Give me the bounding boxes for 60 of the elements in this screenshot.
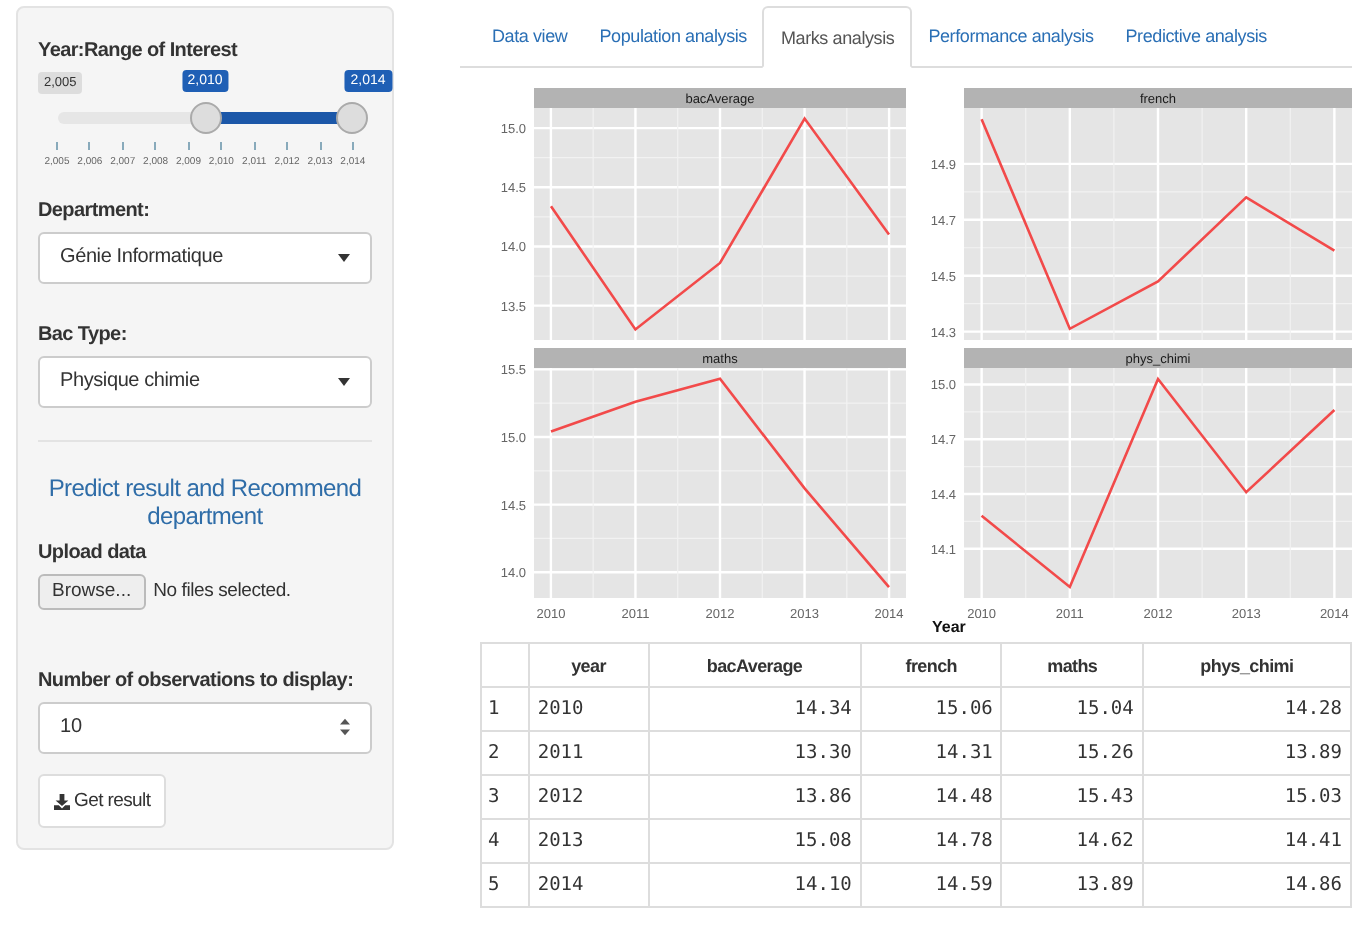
field-label: Number of observations to display: bbox=[38, 669, 356, 692]
table-cell: 14.28 bbox=[1142, 687, 1351, 731]
table-cell: 15.08 bbox=[648, 819, 861, 863]
file-status-text: No files selected. bbox=[153, 580, 291, 603]
column-header: bacAverage bbox=[648, 643, 861, 687]
table-cell: 14.31 bbox=[860, 731, 1002, 775]
table-cell: 2012 bbox=[528, 775, 649, 819]
table-cell: 13.86 bbox=[648, 775, 861, 819]
table-cell: 14.78 bbox=[860, 819, 1002, 863]
table-cell: 2 bbox=[481, 731, 529, 775]
table-cell: 13.30 bbox=[648, 731, 861, 775]
table-cell: 15.06 bbox=[860, 687, 1002, 731]
get-result-button[interactable]: Get result bbox=[38, 774, 167, 828]
download-icon bbox=[54, 793, 70, 810]
table-cell: 2014 bbox=[528, 863, 649, 907]
section-heading: Predict result and Recommend department bbox=[46, 473, 364, 530]
slider-label: Year:Range of Interest bbox=[38, 40, 240, 62]
slider-handle[interactable] bbox=[189, 102, 221, 134]
table-cell: 4 bbox=[481, 819, 529, 863]
field-label: Department: bbox=[38, 200, 152, 222]
table-cell: 1 bbox=[481, 687, 529, 731]
browse-button[interactable]: Browse... bbox=[38, 573, 146, 610]
tab[interactable]: Marks analysis bbox=[762, 6, 913, 68]
column-header: year bbox=[528, 643, 649, 687]
table-cell: 14.41 bbox=[1142, 819, 1351, 863]
column-header: french bbox=[860, 643, 1002, 687]
tab[interactable]: Performance analysis bbox=[912, 6, 1110, 66]
table-cell: 14.10 bbox=[648, 863, 861, 907]
axis-title: Year bbox=[932, 618, 968, 638]
number-input[interactable]: 10 bbox=[38, 701, 372, 755]
table-cell: 13.89 bbox=[1142, 731, 1351, 775]
slider-handle[interactable] bbox=[336, 102, 368, 134]
caret-icon bbox=[338, 253, 350, 262]
bac-type-dropdown[interactable]: Physique chimie bbox=[38, 355, 372, 408]
caret-icon bbox=[338, 377, 350, 386]
tab[interactable]: Population analysis bbox=[583, 6, 763, 66]
table-cell: 13.89 bbox=[1001, 863, 1143, 907]
column-header: maths bbox=[1001, 643, 1143, 687]
table-cell: 15.04 bbox=[1001, 687, 1143, 731]
table-cell: 14.34 bbox=[648, 687, 861, 731]
table-cell: 2010 bbox=[528, 687, 649, 731]
tab[interactable]: Predictive analysis bbox=[1109, 6, 1283, 66]
table-cell: 15.03 bbox=[1142, 775, 1351, 819]
field-label: Upload data bbox=[38, 541, 149, 564]
column-header: phys_chimi bbox=[1142, 643, 1351, 687]
table-cell: 3 bbox=[481, 775, 529, 819]
tab[interactable]: Data view bbox=[476, 6, 584, 66]
header-cell bbox=[481, 643, 529, 687]
department-dropdown[interactable]: Génie Informatique bbox=[38, 232, 372, 284]
table-cell: 14.59 bbox=[860, 863, 1002, 907]
table-cell: 2011 bbox=[528, 731, 649, 775]
spinner-icon[interactable] bbox=[340, 718, 350, 737]
table-cell: 14.86 bbox=[1142, 863, 1351, 907]
table-cell: 15.26 bbox=[1001, 731, 1143, 775]
table-cell: 2013 bbox=[528, 819, 649, 863]
field-label: Bac Type: bbox=[38, 323, 129, 346]
table-cell: 14.62 bbox=[1001, 819, 1143, 863]
table-cell: 5 bbox=[481, 863, 529, 907]
table-cell: 15.43 bbox=[1001, 775, 1143, 819]
table-cell: 14.48 bbox=[860, 775, 1002, 819]
